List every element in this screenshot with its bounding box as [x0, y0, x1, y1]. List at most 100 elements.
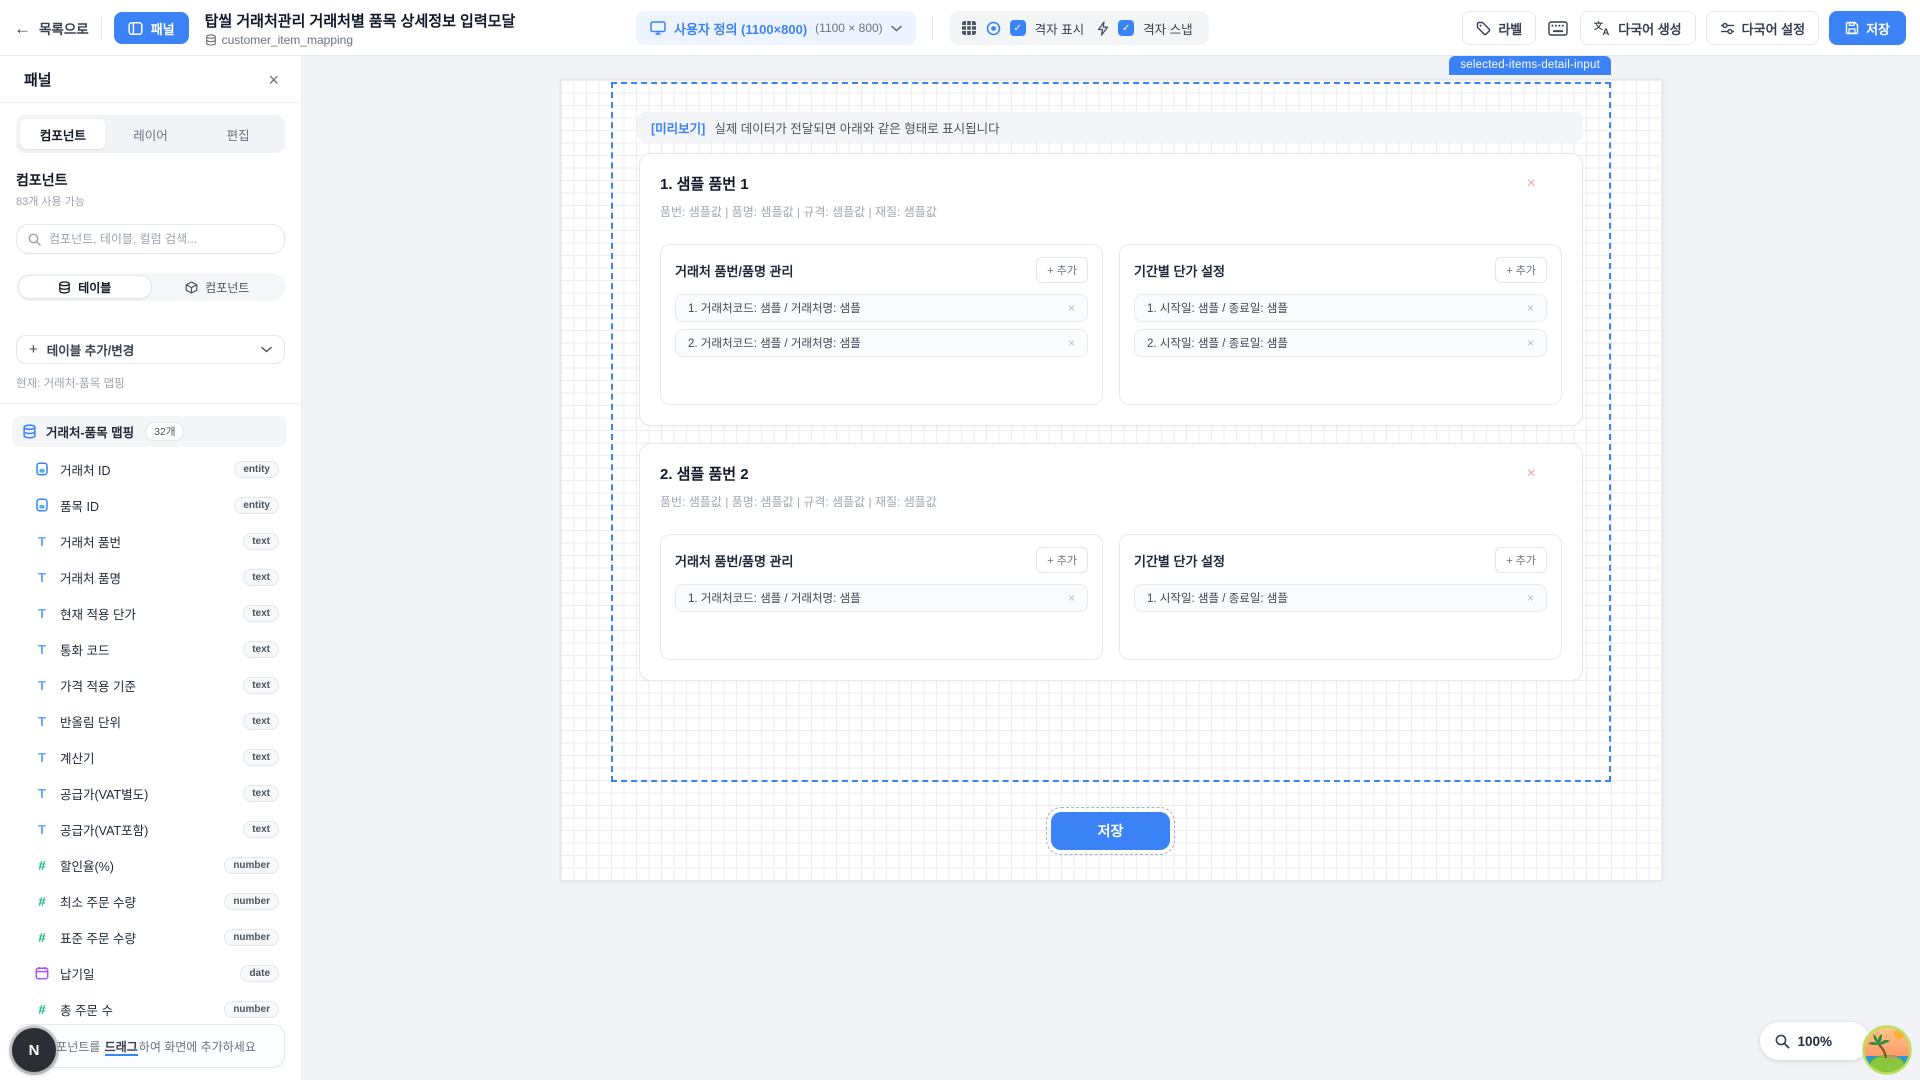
- field-item[interactable]: T공급가(VAT별도)text: [16, 775, 285, 811]
- section-item-text: 2. 거래처코드: 샘플 / 거래처명: 샘플: [688, 335, 861, 351]
- item-remove-button[interactable]: ×: [1068, 337, 1075, 349]
- show-grid-checkbox[interactable]: ✓: [1010, 20, 1026, 36]
- field-item[interactable]: 품목 IDentity: [16, 487, 285, 523]
- item-remove-button[interactable]: ×: [1527, 302, 1534, 314]
- preview-card: ×1. 샘플 품번 1품번: 샘플값 | 품명: 샘플값 | 규격: 샘플값 |…: [639, 153, 1583, 426]
- add-change-table-button[interactable]: + 테이블 추가/변경: [16, 335, 285, 364]
- field-type-badge: entity: [234, 497, 279, 514]
- close-icon[interactable]: ×: [268, 71, 279, 89]
- label-button-text: 라벨: [1498, 19, 1522, 38]
- field-item[interactable]: T가격 적용 기준text: [16, 667, 285, 703]
- back-to-list-button[interactable]: ← 목록으로: [14, 18, 89, 38]
- section-item: 2. 시작일: 샘플 / 종료일: 샘플×: [1134, 329, 1547, 357]
- eye-target-icon[interactable]: [986, 21, 1001, 36]
- field-label: 거래처 ID: [60, 460, 224, 479]
- field-label: 가격 적용 기준: [60, 676, 233, 695]
- panel-toggle-button[interactable]: 패널: [114, 12, 189, 44]
- sliders-icon: [1720, 22, 1735, 35]
- selected-component[interactable]: [미리보기] 실제 데이터가 전달되면 아래와 같은 형태로 표시됩니다 ×1.…: [611, 82, 1611, 782]
- chevron-down-icon: [261, 346, 272, 353]
- field-item[interactable]: #표준 주문 수량number: [16, 919, 285, 955]
- text-icon: T: [34, 714, 50, 729]
- number-icon: #: [34, 858, 50, 873]
- field-item[interactable]: T현재 적용 단가text: [16, 595, 285, 631]
- field-item[interactable]: T공급가(VAT포함)text: [16, 811, 285, 847]
- table-name: customer_item_mapping: [222, 33, 353, 47]
- zoom-control[interactable]: 100%: [1760, 1022, 1870, 1060]
- tab-edit[interactable]: 편집: [195, 119, 281, 149]
- card-delete-button[interactable]: ×: [1527, 176, 1536, 192]
- field-item[interactable]: T거래처 품번text: [16, 523, 285, 559]
- field-type-badge: text: [243, 533, 279, 550]
- save-button[interactable]: 저장: [1829, 11, 1906, 45]
- section-item-text: 1. 거래처코드: 샘플 / 거래처명: 샘플: [688, 590, 861, 606]
- keyboard-shortcuts-button[interactable]: [1546, 21, 1570, 36]
- sidebar-tabs: 컴포넌트 레이어 편집: [16, 115, 285, 153]
- page-title: 탑씰 거래처관리 거래처별 품목 상세정보 입력모달: [205, 10, 516, 31]
- viewport-size-dropdown[interactable]: 사용자 정의 (1100×800) (1100 × 800): [636, 11, 916, 45]
- date-icon: [34, 966, 50, 980]
- search-input[interactable]: [49, 232, 273, 246]
- grid-controls: ✓ 격자 표시 ✓ 격자 스냅: [949, 11, 1209, 45]
- entity-icon: [34, 462, 50, 476]
- i18n-settings-button[interactable]: 다국어 설정: [1706, 11, 1819, 45]
- text-icon: T: [34, 822, 50, 837]
- field-item[interactable]: T거래처 품명text: [16, 559, 285, 595]
- filter-table-label: 테이블: [78, 279, 111, 296]
- viewport-size: (1100 × 800): [815, 21, 883, 35]
- text-icon: T: [34, 786, 50, 801]
- tab-layers[interactable]: 레이어: [108, 119, 194, 149]
- modal-save-button[interactable]: 저장: [1051, 812, 1170, 850]
- drag-hint: 컴포넌트를 드래그하여 화면에 추가하세요: [16, 1024, 285, 1068]
- field-label: 총 주문 수: [60, 1000, 214, 1019]
- field-item[interactable]: T통화 코드text: [16, 631, 285, 667]
- card-title: 2. 샘플 품번 2: [660, 463, 1562, 484]
- card-delete-button[interactable]: ×: [1527, 466, 1536, 482]
- search-box: [16, 224, 285, 254]
- section-item: 1. 거래처코드: 샘플 / 거래처명: 샘플 ×: [675, 294, 1088, 322]
- filter-table-button[interactable]: 테이블: [18, 275, 152, 299]
- field-item[interactable]: T계산기text: [16, 739, 285, 775]
- field-type-badge: text: [243, 785, 279, 802]
- item-remove-button[interactable]: ×: [1068, 592, 1075, 604]
- filter-component-button[interactable]: 컴포넌트: [152, 275, 284, 299]
- text-icon: T: [34, 678, 50, 693]
- label-button[interactable]: 라벨: [1462, 11, 1536, 45]
- snap-grid-checkbox[interactable]: ✓: [1118, 20, 1134, 36]
- field-type-badge: number: [224, 1001, 279, 1018]
- divider: [0, 403, 301, 404]
- field-item[interactable]: #총 주문 수number: [16, 991, 285, 1027]
- section-add-button[interactable]: + 추가: [1495, 257, 1547, 283]
- section-add-button[interactable]: + 추가: [1495, 547, 1547, 573]
- field-item[interactable]: #최소 주문 수량number: [16, 883, 285, 919]
- item-remove-button[interactable]: ×: [1527, 337, 1534, 349]
- table-group-header[interactable]: 거래처-품목 맵핑 32개: [12, 416, 287, 447]
- editor-canvas[interactable]: selected-items-detail-input [미리보기] 실제 데이…: [302, 56, 1920, 1080]
- components-count: 83개 사용 가능: [16, 193, 285, 209]
- section-item-text: 1. 거래처코드: 샘플 / 거래처명: 샘플: [688, 300, 861, 316]
- section-add-button[interactable]: + 추가: [1036, 547, 1088, 573]
- tab-components[interactable]: 컴포넌트: [20, 119, 106, 149]
- item-remove-button[interactable]: ×: [1068, 302, 1075, 314]
- field-label: 반올림 단위: [60, 712, 233, 731]
- section-add-button[interactable]: + 추가: [1036, 257, 1088, 283]
- card-section: 기간별 단가 설정+ 추가1. 시작일: 샘플 / 종료일: 샘플×: [1119, 534, 1562, 660]
- lightning-icon: [1097, 21, 1109, 36]
- preview-notice-text: 실제 데이터가 전달되면 아래와 같은 형태로 표시됩니다: [714, 118, 999, 137]
- top-toolbar: ← 목록으로 패널 탑씰 거래처관리 거래처별 품목 상세정보 입력모달 cus…: [0, 0, 1920, 56]
- section-item: 1. 거래처코드: 샘플 / 거래처명: 샘플 ×: [675, 584, 1088, 612]
- panel-icon: [128, 21, 143, 36]
- database-icon: [58, 281, 71, 294]
- save-icon: [1845, 21, 1859, 35]
- text-icon: T: [34, 642, 50, 657]
- field-item[interactable]: 거래처 IDentity: [16, 451, 285, 487]
- field-label: 납기일: [60, 964, 230, 983]
- field-item[interactable]: #할인율(%)number: [16, 847, 285, 883]
- item-remove-button[interactable]: ×: [1527, 592, 1534, 604]
- field-item[interactable]: 납기일date: [16, 955, 285, 991]
- field-type-badge: text: [243, 569, 279, 586]
- field-type-badge: text: [243, 749, 279, 766]
- field-item[interactable]: T반올림 단위text: [16, 703, 285, 739]
- i18n-generate-button[interactable]: 文A 다국어 생성: [1580, 11, 1695, 45]
- save-button-label: 저장: [1866, 19, 1890, 38]
